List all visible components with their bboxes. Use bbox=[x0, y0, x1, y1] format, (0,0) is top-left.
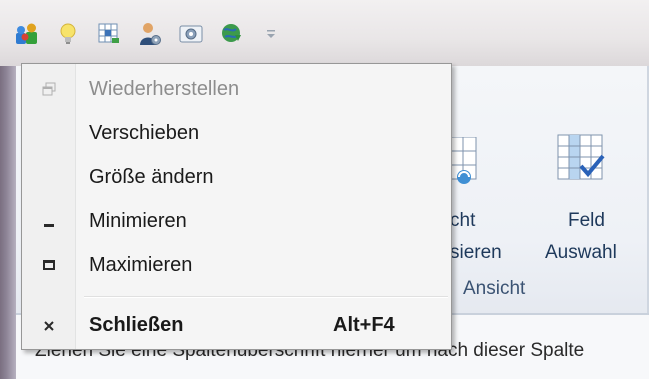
user-settings-icon[interactable] bbox=[137, 21, 163, 47]
window-frame-left bbox=[0, 66, 16, 379]
close-icon bbox=[22, 303, 76, 347]
partial-ribbon-button[interactable]: cht sieren bbox=[450, 132, 530, 272]
menu-item-restore[interactable]: Wiederherstellen bbox=[22, 67, 451, 111]
field-select-line1: Feld bbox=[568, 210, 605, 231]
restore-icon bbox=[22, 67, 76, 111]
minimize-icon bbox=[22, 199, 76, 243]
title-bar bbox=[0, 0, 649, 66]
camera-icon[interactable] bbox=[178, 21, 204, 47]
menu-item-shortcut: Alt+F4 bbox=[333, 314, 395, 336]
ribbon-group-label: Ansicht bbox=[463, 278, 526, 299]
partial-button-line2: sieren bbox=[450, 242, 502, 263]
quick-access-toolbar bbox=[14, 20, 278, 48]
field-select-icon bbox=[557, 134, 605, 180]
menu-item-resize[interactable]: Größe ändern bbox=[22, 155, 451, 199]
menu-item-move[interactable]: Verschieben bbox=[22, 111, 451, 155]
menu-item-label: Größe ändern bbox=[89, 166, 214, 188]
application-window: cht sieren Feld Auswahl Ansicht Ziehen S… bbox=[0, 0, 649, 379]
menu-separator bbox=[84, 296, 448, 298]
menu-item-maximize[interactable]: Maximieren bbox=[22, 243, 451, 287]
field-select-button[interactable]: Feld Auswahl bbox=[545, 132, 640, 272]
menu-item-close[interactable]: Schließen Alt+F4 bbox=[22, 303, 451, 347]
grid-refresh-icon bbox=[450, 137, 477, 184]
menu-item-minimize[interactable]: Minimieren bbox=[22, 199, 451, 243]
menu-item-label: Maximieren bbox=[89, 254, 193, 276]
chevron-down-icon[interactable] bbox=[264, 24, 278, 44]
maximize-icon bbox=[22, 243, 76, 287]
grid-export-icon[interactable] bbox=[96, 21, 122, 47]
field-select-line2: Auswahl bbox=[545, 242, 617, 263]
menu-item-label: Verschieben bbox=[89, 122, 200, 144]
menu-item-label: Schließen bbox=[89, 314, 184, 336]
users-icon[interactable] bbox=[14, 21, 40, 47]
system-menu: Wiederherstellen Verschieben Größe änder… bbox=[21, 63, 452, 350]
menu-item-label: Minimieren bbox=[89, 210, 187, 232]
lightbulb-icon[interactable] bbox=[55, 21, 81, 47]
menu-item-label: Wiederherstellen bbox=[89, 78, 240, 100]
globe-download-icon[interactable] bbox=[219, 21, 245, 47]
partial-button-line1: cht bbox=[450, 210, 476, 231]
